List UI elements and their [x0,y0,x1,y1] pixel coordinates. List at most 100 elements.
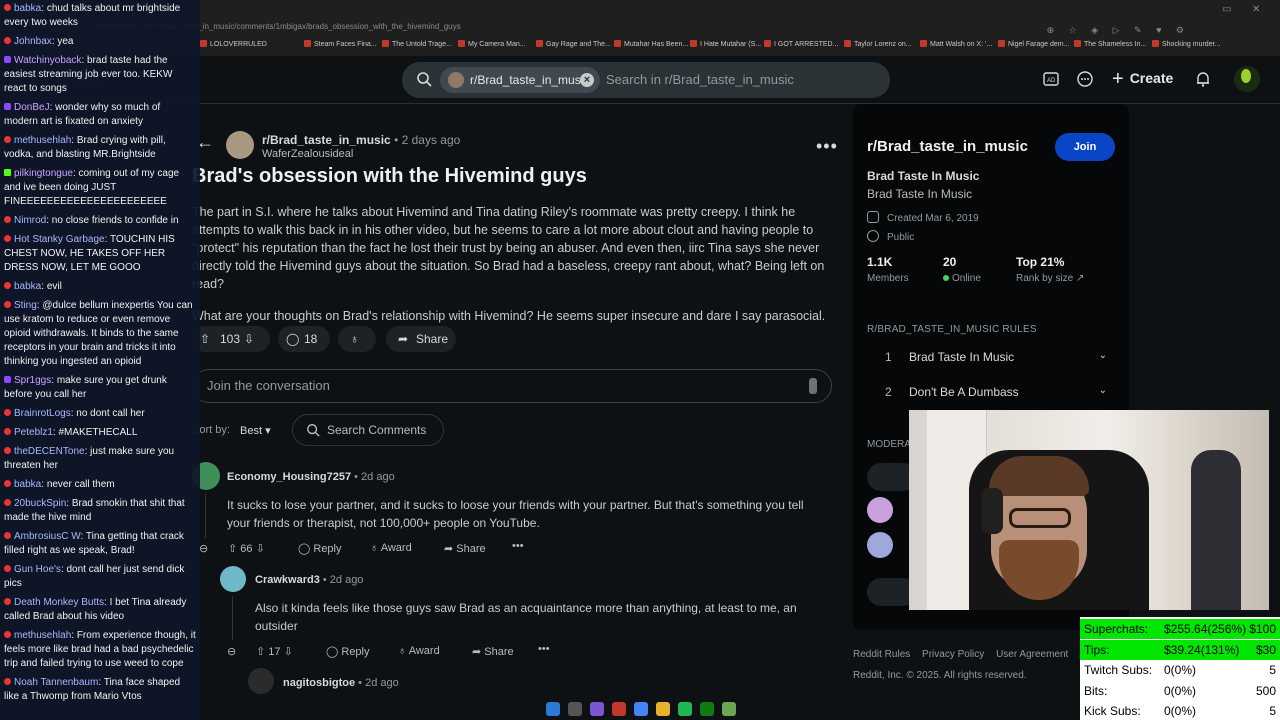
create-button[interactable]: + Create [1112,68,1173,91]
youtube-icon [4,428,11,435]
donation-row: Bits: 0(0%) 500 [1080,681,1280,701]
footer-links: Reddit Rules Privacy Policy User Agreeme… [853,649,1100,660]
bookmark-item[interactable]: I GOT ARRESTED... [764,40,838,52]
bookmark-item[interactable]: Gay Rage and The... [536,40,611,52]
bookmark-item[interactable]: Matt Walsh on X: '... [920,40,992,52]
comments-button[interactable]: ◯ 18 [278,326,330,352]
bookmark-item[interactable]: Taylor Lorenz on... [844,40,912,52]
bookmark-item[interactable]: The Shameless In... [1074,40,1146,52]
footer-link[interactable]: User Agreement [996,649,1068,660]
windows-start-icon[interactable] [546,702,560,716]
thread-line[interactable] [232,596,233,640]
more-options-icon[interactable]: ••• [538,643,550,655]
rule-item[interactable]: 1 Brad Taste In Music ⌄ [867,350,1117,364]
chat-text: never call them [46,479,115,490]
comment-author[interactable]: Crawkward3 • 2d ago [255,574,363,586]
xbox-icon[interactable] [700,702,714,716]
sort-dropdown[interactable]: Best ▾ [240,424,271,437]
upvote-icon[interactable]: ⇧ [228,543,237,555]
clear-chip-icon[interactable]: × [580,73,594,87]
share-button[interactable]: ➦ Share [444,542,486,555]
file-explorer-icon[interactable] [656,702,670,716]
bookmark-item[interactable]: Shocking murder... [1152,40,1220,52]
close-window-icon[interactable]: ✕ [1252,4,1260,15]
comment-input[interactable]: Join the conversation [192,369,832,403]
comment-username[interactable]: Crawkward3 [255,574,320,586]
bookmark-item[interactable]: Nigel Farage dem... [998,40,1069,52]
youtube-icon [4,598,11,605]
collapse-icon[interactable]: ⊖ [199,542,208,555]
collapse-icon[interactable]: ⊖ [227,645,236,658]
visibility: Public [867,230,914,243]
moderator-avatar[interactable] [867,532,893,558]
post-meta: r/Brad_taste_in_music • 2 days ago [262,133,460,147]
rank-label[interactable]: Rank by size ↗ [1016,273,1084,284]
post-author[interactable]: WaferZealousideal [262,148,353,160]
chat-username: Gun Hoe's [14,564,61,575]
bookmark-label: Gay Rage and The... [546,41,611,48]
downvote-icon[interactable]: ⇩ [244,326,254,352]
rule-item[interactable]: 2 Don't Be A Dumbass ⌄ [867,385,1117,399]
share-button[interactable]: ➦ Share [386,326,456,352]
moderator-avatar[interactable] [867,497,893,523]
taskbar-app-icon[interactable] [612,702,626,716]
bookmark-item[interactable]: I Hate Mutahar (S... [690,40,761,52]
award-button[interactable]: ♁ Award [370,542,412,554]
share-button[interactable]: ➦ Share [472,645,514,658]
minimize-icon[interactable]: ▭ [1222,4,1231,15]
comment-username[interactable]: Economy_Housing7257 [227,471,351,483]
search-bar[interactable]: r/Brad_taste_in_music × Search in r/Brad… [402,62,890,98]
comment-author[interactable]: Economy_Housing7257 • 2d ago [227,471,395,483]
footer-link[interactable]: Privacy Policy [922,649,984,660]
downvote-icon[interactable]: ⇩ [256,543,265,555]
bookmark-item[interactable]: LOLOVERRULED [200,40,267,52]
comment-username[interactable]: nagitosbigtoe [283,677,355,689]
thread-line[interactable] [205,494,206,538]
taskbar-app-icon[interactable] [722,702,736,716]
advertise-icon[interactable]: AD [1042,70,1060,88]
subreddit-link[interactable]: r/Brad_taste_in_music [262,133,391,147]
more-options-icon[interactable]: ••• [816,136,838,157]
extension-icons[interactable]: ⊕ ☆ ◈ ▷ ✎ ♥ ⚙ [1047,25,1190,36]
downvote-icon[interactable]: ⇩ [284,646,293,658]
bookmark-item[interactable]: Steam Faces Fina... [304,40,377,52]
user-avatar[interactable] [1234,66,1260,92]
commenter-avatar[interactable] [248,668,274,694]
chrome-icon[interactable] [634,702,648,716]
comment-author[interactable]: nagitosbigtoe • 2d ago [283,677,399,689]
reply-button[interactable]: ◯ Reply [298,542,342,555]
upvote-icon[interactable]: ⇧ [200,326,210,352]
spotify-icon[interactable] [678,702,692,716]
footer-link[interactable]: Reddit Rules [853,649,910,660]
bookmark-label: Shocking murder... [1162,41,1221,48]
taskbar-search-icon[interactable] [568,702,582,716]
share-label: Share [484,646,514,658]
markdown-toggle-icon[interactable] [809,378,817,394]
notification-bell-icon[interactable] [1194,70,1212,88]
award-button[interactable]: ♁ Award [398,645,440,657]
youtube-icon [4,136,11,143]
commenter-avatar[interactable] [220,566,246,592]
search-input[interactable]: Search in r/Brad_taste_in_music [606,72,794,87]
bookmark-item[interactable]: Mutahar Has Been... [614,40,688,52]
bookmark-item[interactable]: My Camera Man... [458,40,526,52]
more-options-icon[interactable]: ••• [512,540,524,552]
award-button[interactable]: ♁ [338,326,376,352]
reply-button[interactable]: ◯ Reply [326,645,370,658]
subreddit-search-chip[interactable]: r/Brad_taste_in_music × [440,67,600,93]
join-button[interactable]: Join [1055,133,1115,161]
chat-message: methusehlah: Brad crying with pill, vodk… [4,134,196,162]
donation-row: Superchats: $255.64(256%) $100 [1080,619,1280,639]
sidebar-subreddit-name[interactable]: r/Brad_taste_in_music [867,138,1028,155]
subreddit-avatar[interactable] [226,131,254,159]
chat-username: methusehlah [14,630,72,641]
donation-label: Tips: [1084,642,1110,657]
search-icon [417,72,432,87]
search-comments-input[interactable]: Search Comments [292,414,444,446]
bookmark-item[interactable]: The Untold Trage... [382,40,452,52]
upvote-icon[interactable]: ⇧ [256,646,265,658]
taskbar-app-icon[interactable] [590,702,604,716]
chat-icon[interactable] [1076,70,1094,88]
donation-row: Twitch Subs: 0(0%) 5 [1080,660,1280,680]
copyright: Reddit, Inc. © 2025. All rights reserved… [853,670,1027,681]
